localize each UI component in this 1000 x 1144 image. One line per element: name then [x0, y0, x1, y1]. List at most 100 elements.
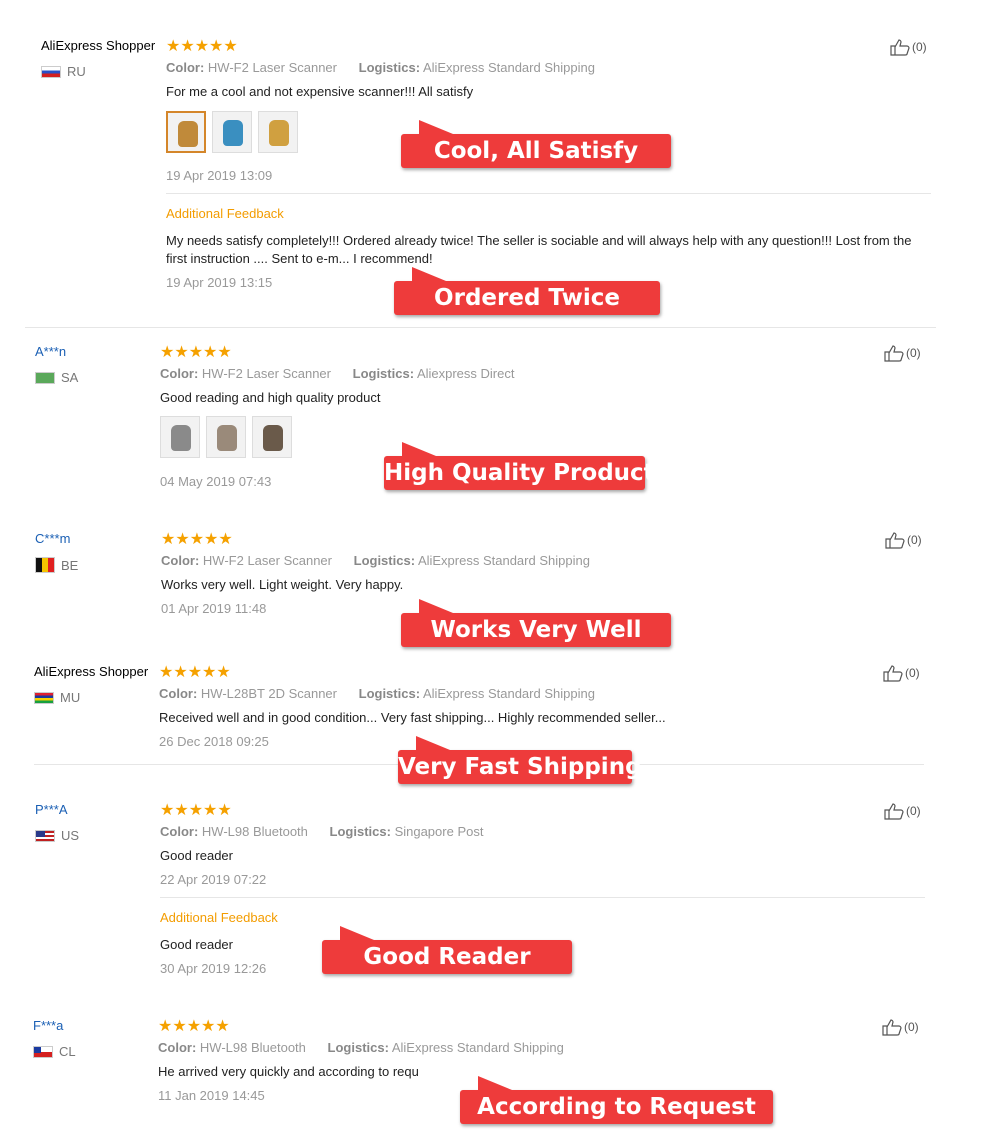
callout-banner: Cool, All Satisfy — [401, 120, 671, 168]
review-date: 19 Apr 2019 13:09 — [166, 168, 273, 183]
review-photo[interactable] — [252, 416, 292, 458]
thumbs-up-icon — [883, 665, 903, 682]
logistics-value: AliExpress Standard Shipping — [422, 686, 595, 701]
logistics-value: Aliexpress Direct — [416, 366, 515, 381]
color-label: Color: — [166, 60, 205, 75]
mauritius-flag-icon — [34, 691, 54, 704]
logistics-label: Logistics: — [327, 1040, 389, 1055]
reviewer-name: AliExpress Shopper — [41, 38, 156, 53]
additional-feedback-text: Good reader — [160, 937, 233, 952]
logistics-value: AliExpress Standard Shipping — [422, 60, 595, 75]
review-text: He arrived very quickly and according to… — [158, 1064, 419, 1079]
callout-banner: Ordered Twice — [394, 267, 660, 315]
color-value: HW-F2 Laser Scanner — [202, 553, 332, 568]
country-code: CL — [59, 1044, 76, 1059]
rating-stars: ★★★★★ — [160, 344, 232, 361]
color-label: Color: — [159, 686, 198, 701]
logistics-value: AliExpress Standard Shipping — [417, 553, 590, 568]
review-text: Works very well. Light weight. Very happ… — [161, 577, 404, 592]
reviewer-country: US — [35, 828, 79, 843]
rating-stars: ★★★★★ — [160, 802, 232, 819]
color-label: Color: — [160, 366, 199, 381]
review-meta: Color: HW-F2 Laser Scanner Logistics: Al… — [161, 553, 590, 568]
helpful-count: (0) — [912, 40, 927, 54]
reviewer-name[interactable]: A***n — [35, 344, 66, 359]
review-photo[interactable] — [212, 111, 252, 153]
reviewer-country: RU — [41, 64, 86, 79]
review-photo[interactable] — [206, 416, 246, 458]
rating-stars: ★★★★★ — [166, 38, 238, 55]
review-date: 26 Dec 2018 09:25 — [159, 734, 269, 749]
rating-stars: ★★★★★ — [161, 531, 233, 548]
review-photos — [166, 111, 298, 153]
review-date: 11 Jan 2019 14:45 — [158, 1088, 265, 1103]
review-photo[interactable] — [166, 111, 206, 153]
logistics-label: Logistics: — [358, 686, 421, 701]
thumbs-up-icon — [884, 803, 904, 820]
additional-feedback-label: Additional Feedback — [166, 206, 284, 221]
country-code: SA — [61, 370, 79, 385]
reviewer-name[interactable]: C***m — [35, 531, 70, 546]
thumbs-up-icon — [882, 1019, 902, 1036]
review-separator — [25, 327, 936, 328]
review-photo[interactable] — [160, 416, 200, 458]
reviewer-country: CL — [33, 1044, 76, 1059]
callout-banner: High Quality Product — [384, 442, 655, 490]
usa-flag-icon — [35, 829, 55, 842]
rating-stars: ★★★★★ — [159, 664, 231, 681]
callout-banner: Good Reader — [322, 926, 572, 974]
reviewer-name[interactable]: F***a — [33, 1018, 63, 1033]
helpful-button[interactable]: (0) — [884, 344, 921, 362]
reviewer-country: MU — [34, 690, 80, 705]
thumbs-up-icon — [884, 345, 904, 362]
helpful-button[interactable]: (0) — [885, 531, 922, 549]
review-date: 04 May 2019 07:43 — [160, 474, 272, 489]
callout-banner: According to Request — [460, 1076, 773, 1124]
logistics-label: Logistics: — [352, 366, 415, 381]
helpful-count: (0) — [907, 533, 922, 547]
helpful-button[interactable]: (0) — [882, 1018, 919, 1036]
logistics-value: AliExpress Standard Shipping — [391, 1040, 564, 1055]
helpful-count: (0) — [906, 804, 921, 818]
logistics-label: Logistics: — [353, 553, 416, 568]
thumbs-up-icon — [890, 39, 910, 56]
color-value: HW-F2 Laser Scanner — [207, 60, 337, 75]
divider — [160, 897, 925, 898]
review-meta: Color: HW-L28BT 2D Scanner Logistics: Al… — [159, 686, 595, 701]
chile-flag-icon — [33, 1045, 53, 1058]
country-code: US — [61, 828, 80, 843]
color-label: Color: — [160, 824, 199, 839]
review-text: For me a cool and not expensive scanner!… — [166, 84, 474, 99]
review-date: 22 Apr 2019 07:22 — [160, 872, 267, 887]
review-photos — [160, 416, 292, 458]
logistics-label: Logistics: — [358, 60, 421, 75]
additional-feedback-date: 30 Apr 2019 12:26 — [160, 961, 267, 976]
helpful-count: (0) — [904, 1020, 919, 1034]
logistics-value: Singapore Post — [394, 824, 484, 839]
additional-feedback-text: My needs satisfy completely!!! Ordered a… — [166, 233, 912, 266]
thumbs-up-icon — [885, 532, 905, 549]
helpful-button[interactable]: (0) — [883, 664, 920, 682]
review-meta: Color: HW-F2 Laser Scanner Logistics: Al… — [160, 366, 514, 381]
helpful-button[interactable]: (0) — [890, 38, 927, 56]
reviewer-country: SA — [35, 370, 78, 385]
callout-banner: Works Very Well — [401, 599, 671, 647]
helpful-count: (0) — [905, 666, 920, 680]
rating-stars: ★★★★★ — [158, 1018, 230, 1035]
color-value: HW-L98 Bluetooth — [199, 1040, 306, 1055]
helpful-count: (0) — [906, 346, 921, 360]
review-date: 01 Apr 2019 11:48 — [161, 601, 267, 616]
reviewer-name: AliExpress Shopper — [34, 664, 149, 679]
reviewer-name[interactable]: P***A — [35, 802, 68, 817]
review-meta: Color: HW-L98 Bluetooth Logistics: Singa… — [160, 824, 483, 839]
callout-banner: Very Fast Shipping — [398, 736, 642, 784]
divider — [166, 193, 931, 194]
color-value: HW-F2 Laser Scanner — [201, 366, 331, 381]
review-photo[interactable] — [258, 111, 298, 153]
review-text: Good reader — [160, 848, 233, 863]
additional-feedback-date: 19 Apr 2019 13:15 — [166, 275, 273, 290]
helpful-button[interactable]: (0) — [884, 802, 921, 820]
review-text: Good reading and high quality product — [160, 390, 381, 405]
color-value: HW-L28BT 2D Scanner — [200, 686, 337, 701]
additional-feedback-label: Additional Feedback — [160, 910, 278, 925]
